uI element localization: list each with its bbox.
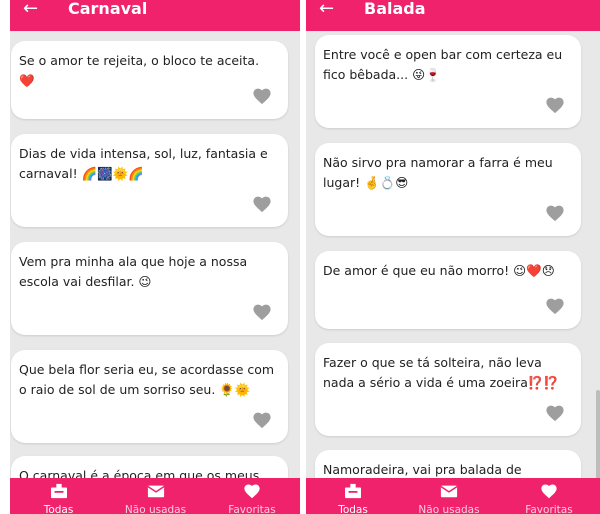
nav-todas[interactable]: Todas <box>10 478 107 514</box>
scroll-edge <box>596 390 600 480</box>
heart-icon[interactable] <box>252 411 272 429</box>
nav-todas[interactable]: Todas <box>306 478 400 514</box>
nav-label: Não usadas <box>124 504 187 514</box>
nav-label: Favoritas <box>525 504 573 514</box>
heart-icon <box>244 484 260 499</box>
carnaval-screen: ← Carnaval Se o amor te rejeita, o bloco… <box>10 0 300 514</box>
back-arrow-icon[interactable]: ← <box>23 0 38 18</box>
heart-icon[interactable] <box>545 204 565 222</box>
message-card[interactable]: Fazer o que se tá solteira, não leva nad… <box>315 343 581 436</box>
inbox-icon <box>345 483 361 499</box>
back-arrow-icon[interactable]: ← <box>319 0 334 18</box>
message-text: Vem pra minha ala que hoje a nossa escol… <box>19 254 248 289</box>
message-card[interactable]: Não sirvo pra namorar a farra é meu luga… <box>315 143 581 236</box>
message-card[interactable]: Entre você e open bar com certeza eu fic… <box>315 35 581 128</box>
balada-screen: ← Balada Entre você e open bar com certe… <box>306 0 600 514</box>
bottom-navigation: Todas Não usadas Favoritas <box>306 478 600 514</box>
nav-label: Todas <box>338 504 368 514</box>
bottom-navigation: Todas Não usadas Favoritas <box>10 478 300 514</box>
message-card[interactable]: Se o amor te rejeita, o bloco te aceita.… <box>11 41 288 119</box>
heart-icon[interactable] <box>545 96 565 114</box>
message-text: Se o amor te rejeita, o bloco te aceita.… <box>19 53 260 88</box>
message-text: De amor é que eu não morro! 😉❤️😞 <box>323 263 555 278</box>
heart-icon[interactable] <box>252 303 272 321</box>
envelope-icon <box>440 485 458 498</box>
message-card[interactable]: Que bela flor seria eu, se acordasse com… <box>11 350 288 443</box>
heart-icon <box>541 484 557 499</box>
nav-favoritas[interactable]: Favoritas <box>498 478 600 514</box>
heart-icon[interactable] <box>252 195 272 213</box>
nav-label: Todas <box>43 504 74 514</box>
message-card[interactable]: Vem pra minha ala que hoje a nossa escol… <box>11 242 288 335</box>
message-text: Entre você e open bar com certeza eu fic… <box>323 47 563 82</box>
page-title: Carnaval <box>68 0 148 18</box>
app-bar: ← Carnaval <box>10 0 300 31</box>
message-text: Fazer o que se tá solteira, não leva nad… <box>323 355 559 390</box>
heart-icon[interactable] <box>545 297 565 315</box>
message-card[interactable]: De amor é que eu não morro! 😉❤️😞 <box>315 251 581 329</box>
inbox-icon <box>50 483 67 499</box>
message-text: Dias de vida intensa, sol, luz, fantasia… <box>19 146 268 181</box>
heart-icon[interactable] <box>252 87 272 105</box>
nav-label: Favoritas <box>228 504 276 514</box>
heart-icon[interactable] <box>545 404 565 422</box>
message-text: Que bela flor seria eu, se acordasse com… <box>19 362 275 397</box>
nav-nao-usadas[interactable]: Não usadas <box>107 478 204 514</box>
nav-label: Não usadas <box>418 504 480 514</box>
nav-favoritas[interactable]: Favoritas <box>204 478 300 514</box>
page-title: Balada <box>364 0 426 18</box>
message-text: Não sirvo pra namorar a farra é meu luga… <box>323 155 553 190</box>
nav-nao-usadas[interactable]: Não usadas <box>400 478 498 514</box>
envelope-icon <box>147 485 164 498</box>
app-bar: ← Balada <box>306 0 600 31</box>
message-card[interactable]: Dias de vida intensa, sol, luz, fantasia… <box>11 134 288 227</box>
